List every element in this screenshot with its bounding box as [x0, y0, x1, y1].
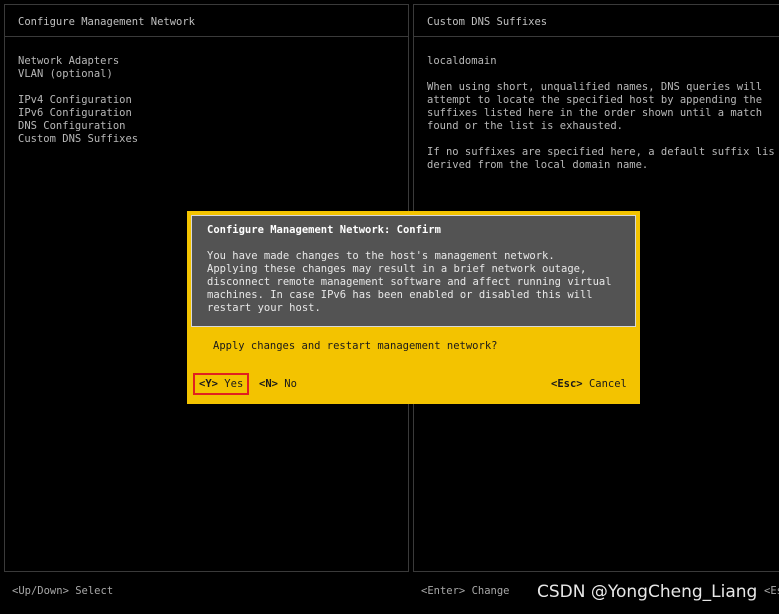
- dns-suffix-value: localdomain: [427, 55, 497, 67]
- dialog-message-line: disconnect remote management software an…: [207, 276, 612, 288]
- menu-item-network-adapters[interactable]: Network Adapters: [18, 55, 138, 68]
- yes-button[interactable]: <Y> Yes: [193, 373, 250, 395]
- right-title-divider: [414, 36, 779, 37]
- no-button[interactable]: <N> No: [259, 376, 297, 392]
- dialog-actions: <Y> Yes <N> No <Esc> Cancel: [187, 373, 640, 395]
- footer-change-hint: <Enter> Change: [421, 585, 510, 597]
- dialog-message-line: machines. In case IPv6 has been enabled …: [207, 289, 593, 301]
- menu-item-ipv6[interactable]: IPv6 Configuration: [18, 107, 138, 120]
- menu-spacer: [18, 81, 138, 94]
- yes-label: Yes: [224, 378, 244, 390]
- menu-item-dns[interactable]: DNS Configuration: [18, 120, 138, 133]
- dialog-question: Apply changes and restart management net…: [213, 340, 498, 352]
- right-pane-content: localdomain When using short, unqualifie…: [427, 55, 779, 172]
- description-line: attempt to locate the specified host by …: [427, 94, 763, 106]
- no-label: No: [284, 378, 297, 390]
- cancel-button[interactable]: <Esc> Cancel: [551, 376, 627, 392]
- menu-item-custom-dns-suffixes[interactable]: Custom DNS Suffixes: [18, 133, 138, 146]
- cancel-key: <Esc>: [551, 378, 583, 390]
- dialog-message: You have made changes to the host's mana…: [207, 250, 632, 315]
- note-line: derived from the local domain name.: [427, 159, 649, 171]
- note-line: If no suffixes are specified here, a def…: [427, 146, 775, 158]
- description-line: found or the list is exhausted.: [427, 120, 623, 132]
- confirm-dialog: Configure Management Network: Confirm Yo…: [187, 211, 640, 404]
- description-line: When using short, unqualified names, DNS…: [427, 81, 763, 93]
- config-menu: Network Adapters VLAN (optional) IPv4 Co…: [18, 55, 138, 146]
- footer-select-hint: <Up/Down> Select: [12, 585, 114, 597]
- dialog-message-line: restart your host.: [207, 302, 321, 314]
- dialog-message-line: Applying these changes may result in a b…: [207, 263, 587, 275]
- description-line: suffixes listed here in the order shown …: [427, 107, 763, 119]
- menu-item-ipv4[interactable]: IPv4 Configuration: [18, 94, 138, 107]
- cancel-label: Cancel: [588, 378, 627, 390]
- menu-item-vlan[interactable]: VLAN (optional): [18, 68, 138, 81]
- right-pane-title: Custom DNS Suffixes: [427, 16, 548, 28]
- yes-key: <Y>: [199, 378, 218, 390]
- dcui-screen: Configure Management Network Network Ada…: [0, 0, 779, 614]
- left-title-divider: [5, 36, 408, 37]
- dialog-message-panel: Configure Management Network: Confirm Yo…: [191, 215, 636, 327]
- no-key: <N>: [259, 378, 278, 390]
- left-pane-title: Configure Management Network: [18, 16, 196, 28]
- csdn-watermark: CSDN @YongCheng_Liang: [537, 582, 758, 602]
- dialog-title: Configure Management Network: Confirm: [207, 224, 441, 236]
- footer-esc-hint: <Esc: [764, 585, 779, 597]
- dialog-message-line: You have made changes to the host's mana…: [207, 250, 555, 262]
